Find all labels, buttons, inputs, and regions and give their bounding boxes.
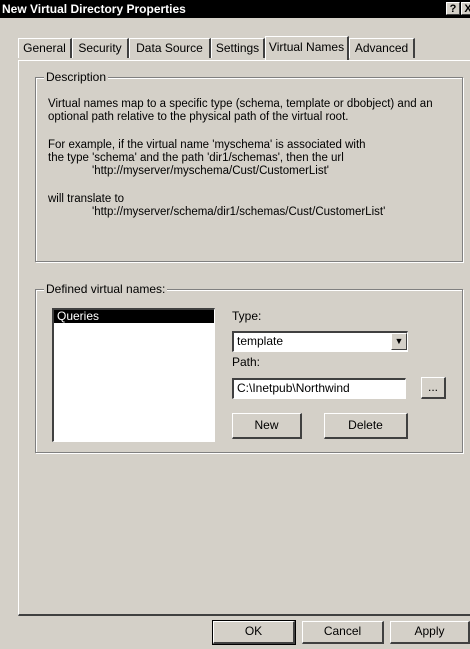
tab-settings[interactable]: Settings: [211, 38, 265, 58]
description-text-4: the type 'schema' and the path 'dir1/sch…: [48, 152, 344, 164]
type-label: Type:: [232, 309, 262, 323]
description-url-1: 'http://myserver/myschema/Cust/CustomerL…: [92, 165, 330, 177]
list-item-queries[interactable]: Queries: [54, 310, 214, 323]
chevron-down-icon[interactable]: ▼: [391, 333, 407, 350]
title-bar: New Virtual Directory Properties ? X: [0, 0, 470, 18]
description-text-3: For example, if the virtual name 'mysche…: [48, 139, 366, 151]
virtual-names-list[interactable]: Queries: [52, 308, 215, 442]
new-button[interactable]: New: [232, 413, 302, 439]
description-text-2: optional path relative to the physical p…: [48, 111, 349, 123]
type-value: template: [237, 334, 284, 348]
tab-data-source[interactable]: Data Source: [129, 38, 211, 58]
cancel-button[interactable]: Cancel: [302, 621, 384, 644]
tab-security[interactable]: Security: [72, 38, 129, 58]
description-group: Description Virtual names map to a speci…: [35, 70, 463, 262]
path-input[interactable]: C:\Inetpub\Northwind: [232, 378, 406, 399]
tab-general[interactable]: General: [18, 38, 72, 58]
tab-panel: Description Virtual names map to a speci…: [18, 60, 470, 616]
description-url-2: 'http://myserver/schema/dir1/schemas/Cus…: [92, 206, 386, 218]
type-select[interactable]: template ▼: [232, 331, 408, 352]
ok-button[interactable]: OK: [212, 620, 296, 645]
tab-strip: General Security Data Source Settings Vi…: [18, 36, 468, 60]
help-button[interactable]: ?: [446, 2, 460, 15]
window-title: New Virtual Directory Properties: [2, 2, 186, 16]
defined-virtual-names-legend: Defined virtual names:: [44, 282, 168, 296]
apply-button[interactable]: Apply: [390, 621, 470, 644]
tab-virtual-names[interactable]: Virtual Names: [265, 36, 349, 60]
close-button[interactable]: X: [461, 2, 470, 15]
browse-button[interactable]: ...: [421, 377, 446, 399]
description-text-5: will translate to: [48, 193, 125, 205]
defined-virtual-names-group: Defined virtual names: Queries Type: tem…: [35, 282, 463, 453]
delete-button[interactable]: Delete: [324, 413, 408, 439]
path-label: Path:: [232, 355, 261, 369]
description-legend: Description: [44, 70, 109, 84]
description-text-1: Virtual names map to a specific type (sc…: [48, 98, 433, 110]
tab-advanced[interactable]: Advanced: [349, 38, 415, 58]
